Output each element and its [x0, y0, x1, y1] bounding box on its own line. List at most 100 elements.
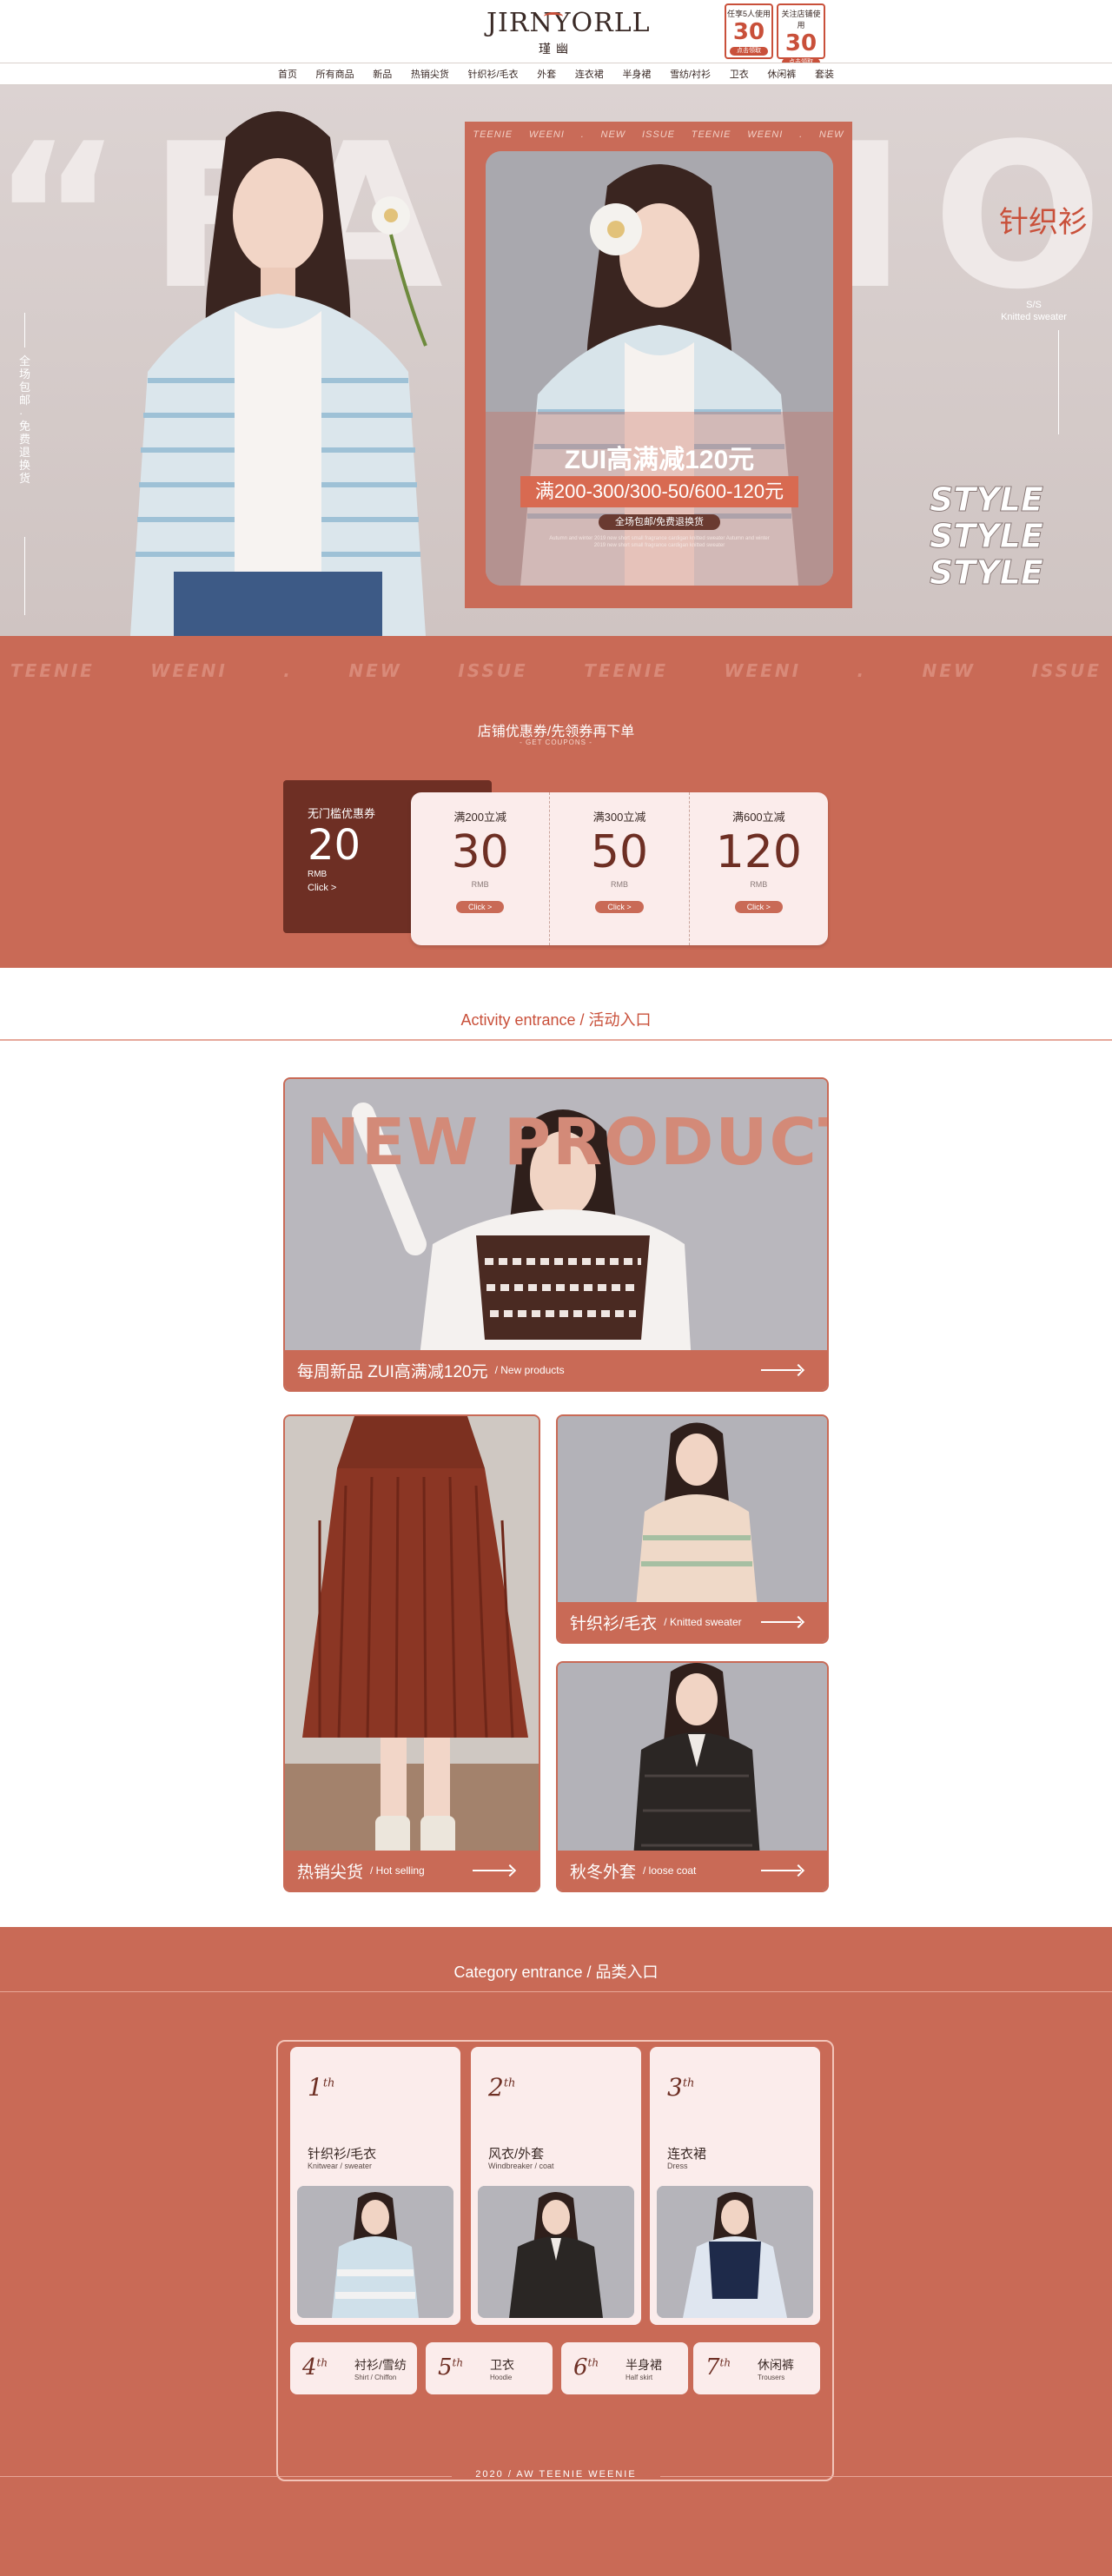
category-name-en: Trousers — [758, 2374, 785, 2381]
category-card-coat[interactable]: 2th 风衣/外套 Windbreaker / coat — [471, 2047, 641, 2325]
category-name: 风衣/外套 — [488, 2147, 545, 2162]
activity-title: Activity entrance / 活动入口 — [460, 1011, 652, 1029]
rank-suffix: th — [682, 2076, 695, 2090]
coupon-600[interactable]: 满600立减 120 RMB Click > — [688, 792, 828, 945]
nav-dress[interactable]: 连衣裙 — [575, 67, 604, 81]
coupon-currency: RMB — [471, 880, 489, 889]
tile-caption: 热销尖货 / Hot selling — [285, 1851, 539, 1891]
badge-caption: 关注店铺使用 — [781, 10, 821, 30]
coupon-label: 满600立减 — [731, 811, 785, 824]
marquee-word: NEW — [922, 660, 976, 681]
category-rank: 2th — [488, 2073, 515, 2102]
brand-logo[interactable]: JIRNYORLL 瑾幽 — [486, 10, 650, 57]
coupon-click-button[interactable]: Click > — [456, 901, 505, 913]
coupon-badge-follow[interactable]: 关注店铺使用 30 点击领取 — [777, 3, 825, 67]
nav-all-products[interactable]: 所有商品 — [316, 67, 354, 81]
category-rank: 6th — [573, 2354, 599, 2381]
nav-coat[interactable]: 外套 — [537, 67, 556, 81]
rank-number: 1 — [308, 2073, 323, 2102]
category-card-dress[interactable]: 3th 连衣裙 Dress — [650, 2047, 820, 2325]
tile-subtitle: / Knitted sweater — [664, 1616, 742, 1628]
marquee-word: ISSUE — [458, 660, 528, 681]
style-word: STYLE — [930, 553, 1044, 592]
tile-caption: 秋冬外套 / loose coat — [558, 1851, 827, 1891]
nav-shirt[interactable]: 雪纺/衬衫 — [670, 67, 711, 81]
tile-new-products[interactable]: NEW PRODUCTS 每周新品 ZUI高满减120元 / New produ… — [283, 1077, 829, 1392]
tile-subtitle: / Hot selling — [370, 1864, 425, 1877]
tile-title: 秋冬外套 — [570, 1863, 637, 1882]
nav-knitwear[interactable]: 针织衫/毛衣 — [468, 67, 519, 81]
category-mini-trousers[interactable]: 7th 休闲裤 Trousers — [693, 2342, 820, 2394]
category-mini-shirt[interactable]: 4th 衬衫/雪纺 Shirt / Chiffon — [290, 2342, 417, 2394]
rank-number: 5 — [438, 2354, 453, 2381]
marquee-word: . — [857, 660, 867, 681]
tile-loose-coat[interactable]: 秋冬外套 / loose coat — [556, 1661, 829, 1892]
tile-hot-selling[interactable]: 热销尖货 / Hot selling — [283, 1414, 540, 1892]
tile-title: 针织衫/毛衣 — [570, 1614, 658, 1633]
nav-skirt[interactable]: 半身裙 — [622, 67, 651, 81]
poster-title: ZUI高满减120元 — [564, 446, 755, 474]
badge-amount: 30 — [784, 30, 817, 56]
marquee-word: TEENIE — [584, 660, 668, 681]
coupon-section-subtitle: - GET COUPONS - — [520, 738, 592, 746]
coupon-200[interactable]: 满200立减 30 RMB Click > — [411, 792, 549, 945]
arrow-right-icon — [761, 1870, 801, 1871]
coupon-amount: 30 — [451, 826, 509, 878]
rank-suffix: th — [322, 2076, 335, 2090]
rank-number: 2 — [488, 2073, 504, 2102]
hero-promo-poster[interactable]: TEENIE WEENI . NEW ISSUE TEENIE WEENI . … — [465, 122, 852, 608]
category-card-knitwear[interactable]: 1th 针织衫/毛衣 Knitwear / sweater — [290, 2047, 460, 2325]
category-mini-hoodie[interactable]: 5th 卫衣 Hoodie — [426, 2342, 553, 2394]
arrow-right-icon — [473, 1870, 513, 1871]
activity-divider — [0, 1039, 1112, 1041]
poster-photo-card: ZUI高满减120元 满200-300/300-50/600-120元 全场包邮… — [486, 151, 833, 586]
category-name-en: Windbreaker / coat — [488, 2162, 554, 2170]
coupon-click-button[interactable]: Click > — [595, 901, 644, 913]
nav-hot[interactable]: 热销尖货 — [411, 67, 449, 81]
nav-hoodie[interactable]: 卫衣 — [730, 67, 749, 81]
marquee-word: . — [580, 129, 585, 140]
logo-swoosh-icon — [544, 12, 563, 21]
rank-suffix: th — [587, 2356, 599, 2369]
category-photo — [478, 2186, 634, 2318]
rank-suffix: th — [719, 2356, 731, 2369]
hero-side-text: 全场包邮·免费退换货 — [19, 354, 31, 485]
category-photo — [657, 2186, 813, 2318]
coupon-label: 满300立减 — [592, 811, 646, 824]
style-stack: STYLE STYLE STYLE — [930, 481, 1103, 592]
category-rank: 5th — [438, 2354, 463, 2381]
season-label: S/S — [1026, 300, 1042, 310]
nav-trousers[interactable]: 休闲裤 — [767, 67, 796, 81]
nav-suit[interactable]: 套装 — [815, 67, 834, 81]
marquee-word: . — [283, 660, 293, 681]
nav-home[interactable]: 首页 — [278, 67, 297, 81]
coupon-300[interactable]: 满300立减 50 RMB Click > — [549, 792, 688, 945]
category-rank: 1th — [308, 2073, 334, 2102]
nav-menu: 首页 所有商品 新品 热销尖货 针织衫/毛衣 外套 连衣裙 半身裙 雪纺/衬衫 … — [278, 63, 834, 84]
tile-knitted-sweater[interactable]: 针织衫/毛衣 / Knitted sweater — [556, 1414, 829, 1644]
category-name-en: Half skirt — [626, 2374, 653, 2381]
category-name: 休闲裤 — [758, 2358, 794, 2372]
rank-number: 6 — [573, 2354, 588, 2381]
badge-claim-button[interactable]: 点击领取 — [730, 47, 768, 56]
coupon-badge-share[interactable]: 任享5人使用 30 点击领取 — [725, 3, 773, 59]
marquee-word: NEW — [818, 129, 844, 140]
rank-number: 4 — [302, 2354, 317, 2381]
coupon-click-button[interactable]: Click > — [734, 901, 783, 913]
hero-banner[interactable]: “FASHION” 全场包邮·免费退换货 TEENIE WEENI . NEW … — [0, 85, 1112, 636]
category-mini-skirt[interactable]: 6th 半身裙 Half skirt — [561, 2342, 688, 2394]
marquee-word: WEENI — [150, 660, 228, 681]
side-divider — [24, 313, 25, 348]
nav-new[interactable]: 新品 — [373, 67, 392, 81]
badge-caption: 任享5人使用 — [726, 10, 771, 18]
category-name: 卫衣 — [490, 2358, 514, 2372]
coupon-amount: 120 — [715, 826, 802, 878]
coupon-section-title: 店铺优惠券/先领券再下单 — [477, 725, 635, 739]
poster-free-shipping: 全场包邮/免费退换货 — [599, 514, 720, 530]
tile-title: 每周新品 ZUI高满减120元 — [297, 1362, 488, 1381]
tile-subtitle: / loose coat — [643, 1864, 697, 1877]
tile-title: 热销尖货 — [297, 1863, 364, 1882]
rank-suffix: th — [316, 2356, 328, 2369]
arrow-right-icon — [761, 1369, 801, 1371]
category-divider — [0, 1991, 1112, 1992]
